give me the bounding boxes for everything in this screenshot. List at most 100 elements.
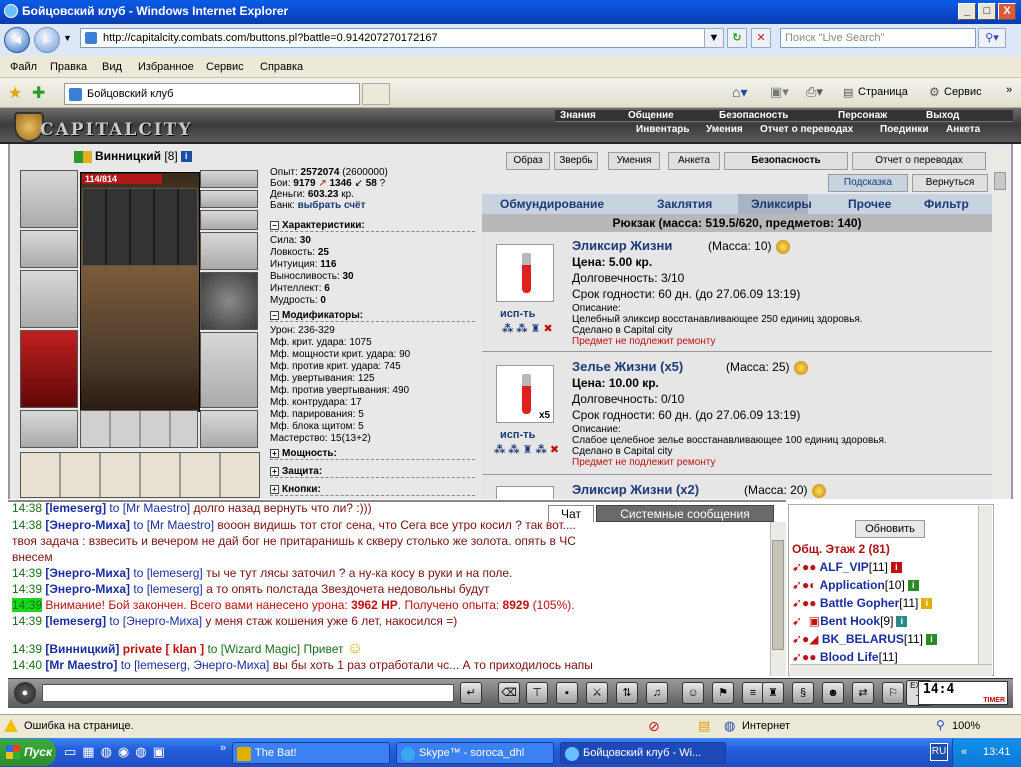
rune-slots[interactable] (80, 410, 198, 448)
item-name[interactable]: Зелье Жизни (x5) (572, 359, 683, 374)
zoom-level[interactable]: 100% (952, 720, 980, 732)
armor-slot[interactable] (20, 330, 78, 408)
nav-battles[interactable]: Поединки (880, 124, 929, 135)
info-icon[interactable]: i (180, 151, 192, 163)
nav-character[interactable]: Персонаж (838, 110, 887, 121)
task-skype[interactable]: Skype™ - soroca_dhl (396, 742, 554, 764)
boots-slot[interactable] (200, 410, 258, 448)
nav-communication[interactable]: Общение (628, 110, 674, 121)
tray-chevron-icon[interactable]: « (961, 746, 967, 758)
bracers-slot[interactable] (20, 230, 78, 268)
online-user[interactable]: ➹●◐ Application[10] i (792, 578, 919, 592)
earring-slot[interactable] (200, 170, 258, 188)
item-name[interactable]: Эликсир Жизни (572, 238, 672, 253)
nav-transfer-report[interactable]: Отчет о переводах (760, 124, 853, 135)
helmet-slot[interactable] (20, 170, 78, 228)
item-image[interactable] (496, 244, 554, 302)
online-hscrollbar[interactable] (790, 664, 992, 676)
buttons-section-header[interactable]: + Кнопки: (270, 484, 475, 496)
gloves-slot[interactable] (200, 232, 258, 270)
chat-mode-icon[interactable]: ● (14, 682, 36, 704)
sound-icon[interactable]: ♫ (646, 682, 668, 704)
quicklaunch-icons[interactable]: ▭▦◍◉◍▣ (64, 744, 171, 760)
item-name[interactable]: Эликсир Жизни (x2) (572, 482, 699, 497)
quicklaunch-more-icon[interactable]: » (220, 742, 226, 754)
tab-spells[interactable]: Заклятия (657, 197, 712, 211)
status-error[interactable]: Ошибка на странице. (24, 720, 134, 732)
amulet-slot[interactable] (200, 190, 258, 208)
print-icon[interactable]: ⎙▾ (806, 84, 823, 100)
menu-view[interactable]: Вид (102, 61, 122, 73)
warning-icon[interactable] (4, 719, 18, 732)
smiles-icon[interactable]: ☺ (682, 682, 704, 704)
settings-icon[interactable]: ≡ (742, 682, 764, 704)
nav-exit[interactable]: Выход (926, 110, 959, 121)
start-button[interactable]: Пуск (0, 739, 56, 766)
use-link[interactable]: исп-ть (500, 308, 535, 320)
search-icon[interactable]: ⚲▾ (978, 28, 1006, 48)
defense-section-header[interactable]: + Защита: (270, 466, 475, 478)
url-dropdown-icon[interactable]: ▼ (704, 28, 724, 48)
item-actions-icon[interactable]: ⁂ ⁂ ♜ ⁂ ✖ (494, 443, 559, 456)
rings-slot[interactable] (200, 210, 258, 230)
translit-icon[interactable]: ⚑ (712, 682, 734, 704)
panel-scroll-thumb[interactable] (994, 172, 1006, 190)
add-favorite-icon[interactable]: ✚ (32, 83, 45, 103)
leggings-slot[interactable] (200, 332, 258, 408)
bag-icon[interactable]: ♜ (762, 682, 784, 704)
more-chevron-icon[interactable]: » (1006, 84, 1012, 96)
flag-icon[interactable]: ⚐ (882, 682, 904, 704)
online-scrollbar[interactable] (978, 506, 992, 664)
history-dropdown-icon[interactable]: ▼ (63, 33, 72, 43)
nav-security[interactable]: Безопасность (719, 110, 788, 121)
feeds-icon[interactable]: ▣▾ (770, 84, 789, 100)
minimize-button[interactable]: _ (958, 3, 976, 20)
back-button-game[interactable]: Вернуться (912, 174, 988, 192)
browser-tab[interactable]: Бойцовский клуб (64, 83, 360, 105)
close-button[interactable]: X (998, 3, 1016, 20)
bank-link[interactable]: выбрать счёт (298, 200, 366, 211)
item-image[interactable] (496, 486, 554, 499)
transfer-report-button[interactable]: Отчет о переводах (852, 152, 986, 170)
nav-profile[interactable]: Анкета (946, 124, 980, 135)
panel-scrollbar[interactable] (992, 150, 1008, 499)
tab-filter[interactable]: Фильтр (924, 197, 969, 211)
new-tab-button[interactable] (362, 83, 390, 105)
skills-button[interactable]: Умения (608, 152, 660, 170)
sort-icon[interactable]: ⇅ (616, 682, 638, 704)
mods-section-header[interactable]: − Модификаторы: (270, 310, 475, 322)
use-link[interactable]: исп-ть (500, 429, 535, 441)
chat-scroll-thumb[interactable] (772, 540, 784, 650)
nav-skills[interactable]: Умения (706, 124, 743, 135)
send-icon[interactable]: ↵ (460, 682, 482, 704)
profile-button[interactable]: Анкета (668, 152, 720, 170)
forward-button[interactable]: ► (34, 27, 60, 53)
item-actions-icon[interactable]: ⁂ ⁂ ♜ ✖ (502, 322, 553, 335)
exchange-icon[interactable]: ⇄ (852, 682, 874, 704)
back-button[interactable]: ◄ (4, 27, 30, 53)
menu-file[interactable]: Файл (10, 61, 37, 73)
online-user[interactable]: ➹●● Blood Life[11] (792, 650, 898, 664)
online-user[interactable]: ➹●● ALF_VIP[11] i (792, 560, 902, 574)
magic-slots[interactable] (82, 188, 198, 266)
menu-tools[interactable]: Сервис (206, 61, 244, 73)
tools-menu[interactable]: Сервис (944, 86, 982, 98)
stats-section-header[interactable]: − Характеристики: (270, 220, 475, 232)
refresh-icon[interactable]: ↻ (727, 28, 747, 48)
task-ie[interactable]: Бойцовский клуб - Wi... (560, 742, 726, 764)
favorites-star-icon[interactable]: ★ (8, 83, 22, 103)
online-user[interactable]: ➹●◢ BK_BELARUS[11] i (792, 632, 938, 646)
tab-equipment[interactable]: Обмундирование (500, 197, 604, 211)
filter-icon[interactable]: ⊤ (526, 682, 548, 704)
online-user[interactable]: ➹●● Battle Gopher[11] i (792, 596, 933, 610)
menu-edit[interactable]: Правка (50, 61, 87, 73)
eraser-icon[interactable]: ⌫ (498, 682, 520, 704)
hint-button[interactable]: Подсказка (828, 174, 908, 192)
security-button[interactable]: Безопасность (724, 152, 848, 170)
language-indicator[interactable]: RU (930, 743, 948, 761)
image-button[interactable]: Образ (506, 152, 550, 170)
save-log-icon[interactable]: ▪ (556, 682, 578, 704)
character-name[interactable]: Винницкий (95, 149, 161, 163)
menu-help[interactable]: Справка (260, 61, 303, 73)
beast-button[interactable]: Звербь (554, 152, 598, 170)
